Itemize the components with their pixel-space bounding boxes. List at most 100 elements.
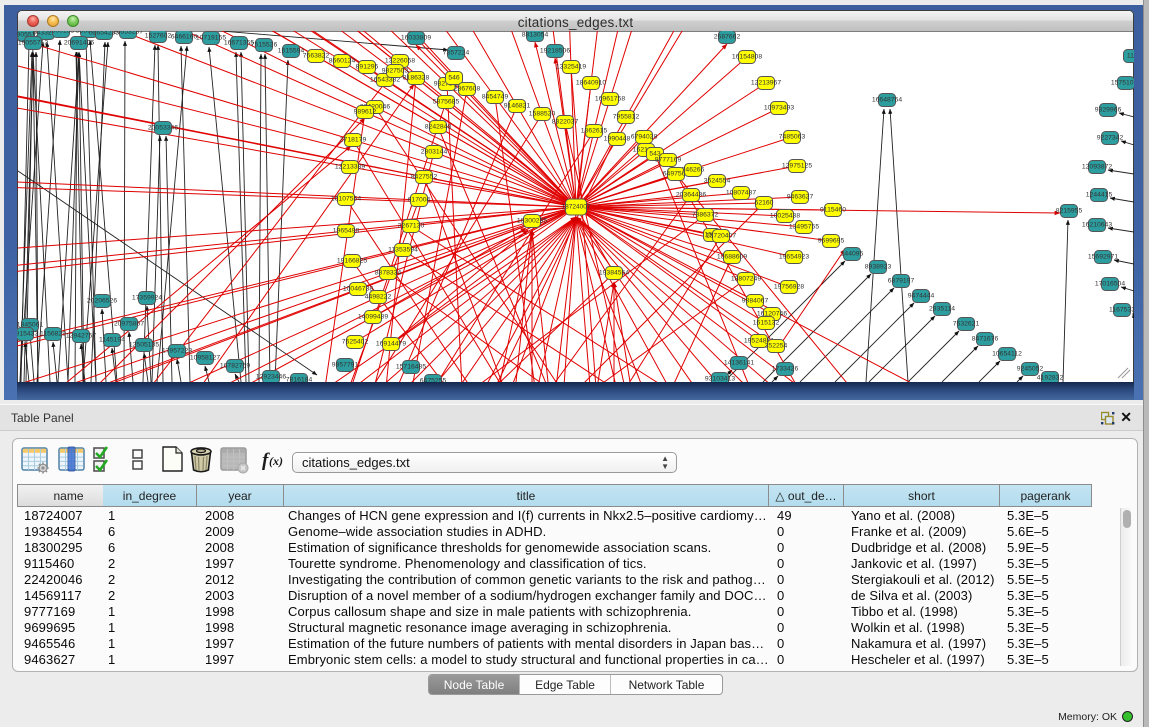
svg-text:1615132: 1615132 [753,320,780,327]
svg-text:9329966: 9329966 [1095,107,1122,114]
svg-text:8427552: 8427552 [411,174,438,181]
svg-text:9827503: 9827503 [382,68,409,75]
svg-text:12923446: 12923446 [256,374,286,381]
svg-text:12505135: 12505135 [129,342,159,349]
svg-text:7386372: 7386372 [692,212,719,219]
svg-text:2718179: 2718179 [340,137,367,144]
svg-text:19654923: 19654923 [779,254,809,261]
svg-text:19166825: 19166825 [337,258,367,265]
svg-text:16648764: 16648764 [872,97,902,104]
svg-text:20691406: 20691406 [64,40,94,47]
svg-text:2687662: 2687662 [714,34,741,41]
svg-text:7357224: 7357224 [443,50,470,57]
svg-text:4192832: 4192832 [1037,375,1064,382]
svg-text:10958127: 10958127 [190,355,220,362]
svg-text:9463627: 9463627 [787,194,814,201]
svg-text:13495755: 13495755 [789,224,819,231]
svg-text:16210643: 16210643 [1082,222,1112,229]
svg-text:17016504: 17016504 [1095,281,1125,288]
svg-text:7625402: 7625402 [342,339,369,346]
svg-text:12093872: 12093872 [1082,164,1112,171]
svg-text:9857791: 9857791 [332,362,359,369]
svg-text:20206526: 20206526 [87,298,117,305]
svg-text:13226058: 13226058 [385,58,415,65]
svg-text:1244415: 1244415 [1086,192,1113,199]
svg-text:7515526: 7515526 [251,42,278,49]
svg-text:1156829: 1156829 [40,331,66,338]
svg-text:16154808: 16154808 [732,54,762,61]
svg-text:19055712: 19055712 [18,40,48,47]
svg-text:18300295: 18300295 [517,218,547,225]
svg-text:10025438: 10025438 [770,213,800,220]
svg-text:9600133: 9600133 [48,31,75,35]
svg-text:10807487: 10807487 [726,190,756,197]
svg-text:7485063: 7485063 [779,134,806,141]
svg-text:8471676: 8471676 [972,336,999,343]
svg-text:4498222: 4498222 [365,294,392,301]
svg-text:9146821: 9146821 [504,103,531,110]
svg-text:19384554: 19384554 [599,270,629,277]
svg-text:19756928: 19756928 [774,284,804,291]
svg-text:16914479: 16914479 [376,341,406,348]
svg-text:16107554: 16107554 [331,196,361,203]
svg-text:14099489: 14099489 [358,314,388,321]
svg-text:10973493: 10973493 [764,105,794,112]
svg-text:7955812: 7955812 [613,114,640,121]
svg-text:8454749: 8454749 [482,94,509,101]
svg-text:10654112: 10654112 [992,351,1022,358]
svg-text:1167533: 1167533 [1109,307,1134,314]
svg-text:10046738: 10046738 [343,286,373,293]
svg-text:8322037: 8322037 [552,119,579,126]
svg-text:11353594: 11353594 [388,247,418,254]
svg-text:3915433: 3915433 [17,331,38,338]
svg-text:15692971: 15692971 [1088,254,1118,261]
svg-text:15751074: 15751074 [1111,80,1134,87]
svg-text:1990448: 1990448 [604,136,631,143]
svg-text:1588520: 1588520 [529,111,556,118]
svg-text:8186328: 8186328 [403,75,430,82]
svg-text:1733426: 1733426 [772,366,799,373]
svg-text:9227342: 9227342 [1097,135,1124,142]
svg-text:546: 546 [448,75,460,82]
svg-text:9777169: 9777169 [655,157,682,164]
svg-text:15720407: 15720407 [706,233,736,240]
svg-text:12942757: 12942757 [66,333,96,340]
svg-text:16671355: 16671355 [224,40,254,47]
svg-text:9474444: 9474444 [908,293,935,300]
svg-text:10653287: 10653287 [113,31,143,36]
svg-text:20975867: 20975867 [114,321,144,328]
svg-text:20364436: 20364436 [676,192,706,199]
svg-text:111: 111 [1127,53,1134,60]
svg-text:12213389: 12213389 [335,164,365,171]
svg-text:144095: 144095 [841,251,864,258]
svg-text:6879197: 6879197 [888,278,915,285]
svg-text:9699695: 9699695 [818,238,845,245]
svg-text:5875685: 5875685 [433,99,460,106]
svg-text:18807249: 18807249 [731,276,761,283]
svg-text:3624554: 3624554 [704,178,731,185]
svg-text:8215955: 8215955 [1056,208,1083,215]
svg-text:16782759: 16782759 [220,363,250,370]
svg-text:252254: 252254 [765,343,788,350]
svg-text:746266: 746266 [682,167,705,174]
svg-text:15716485: 15716485 [396,364,426,371]
svg-text:20053346: 20053346 [148,125,178,132]
svg-text:2367608: 2367608 [454,86,481,93]
svg-text:10719155: 10719155 [196,35,226,42]
svg-text:12213967: 12213967 [751,80,781,87]
svg-text:8938923: 8938923 [865,264,892,271]
svg-text:7816184: 7816184 [286,377,313,383]
svg-text:8813054: 8813054 [522,32,549,39]
svg-text:17359924: 17359924 [132,295,162,302]
svg-text:8878334: 8878334 [375,270,402,277]
svg-text:9245052: 9245052 [1017,366,1044,373]
svg-text:7663822: 7663822 [303,53,330,60]
svg-text:10688609: 10688609 [717,254,747,261]
svg-text:891295: 891295 [356,64,379,71]
svg-text:2935114: 2935114 [929,306,955,313]
svg-text:7632621: 7632621 [953,321,980,328]
svg-text:16961758: 16961758 [595,96,625,103]
svg-text:2803144: 2803144 [421,149,448,156]
svg-text:1362615: 1362615 [581,128,608,135]
svg-text:6794028: 6794028 [631,134,658,141]
